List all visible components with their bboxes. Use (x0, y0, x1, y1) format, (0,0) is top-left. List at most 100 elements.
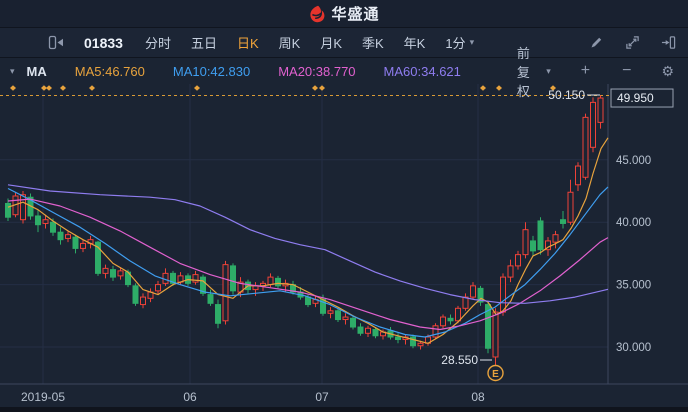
current-price-label: 49.950 (617, 91, 654, 105)
candle-down (208, 295, 213, 304)
candle-up (118, 271, 123, 276)
candle-down (6, 203, 11, 217)
fullscreen-expand-icon[interactable] (624, 35, 640, 51)
tab-weekly-k[interactable]: 周K (279, 33, 301, 52)
candle-down (396, 337, 401, 339)
tab-minute-line[interactable]: 分时 (145, 33, 171, 52)
zoom-in-button[interactable]: + (579, 63, 592, 79)
candle-down (531, 241, 536, 251)
candle-down (58, 232, 63, 239)
candle-up (553, 235, 558, 242)
candle-up (568, 192, 573, 222)
ma-line-ma5 (8, 138, 608, 343)
draw-pencil-icon[interactable] (588, 35, 604, 51)
date-axis-label: 07 (315, 390, 329, 404)
candle-down (411, 337, 416, 346)
date-axis-label: 06 (183, 390, 197, 404)
candle-up (328, 311, 333, 313)
chart-area: 50.150 28.550 E 45.000 40.000 35.000 30.000 49.… (0, 84, 688, 412)
tab-monthly-k[interactable]: 月K (320, 33, 342, 52)
event-marker-diamond (496, 85, 502, 91)
candle-down (133, 286, 138, 303)
app-title: 华盛通 (331, 3, 379, 24)
price-axis-label: 30.000 (616, 342, 651, 354)
top-bar: 华盛通 (0, 0, 688, 28)
candle-up (43, 220, 48, 224)
event-marker-diamond (312, 85, 318, 91)
candle-up (141, 297, 146, 304)
date-axis-label: 2019-05 (21, 390, 65, 404)
price-axis-label: 45.000 (616, 155, 651, 167)
dock-right-icon[interactable] (660, 35, 676, 51)
candle-up (103, 268, 108, 273)
candle-up (501, 277, 506, 312)
candle-down (373, 330, 378, 336)
candle-up (366, 328, 371, 333)
candle-down (231, 266, 236, 291)
indicator-collapse-icon[interactable]: ▾ (10, 67, 15, 76)
candlestick-chart[interactable]: 50.150 28.550 E 45.000 40.000 35.000 30.000 49.… (0, 84, 688, 407)
candle-down (336, 311, 341, 320)
tab-yearly-k[interactable]: 年K (404, 33, 426, 52)
candle-down (538, 221, 543, 250)
toolbar: 01833 分时 五日 日K 周K 月K 季K 年K 1分 ▾ (0, 28, 688, 58)
candle-up (508, 266, 513, 277)
indicator-name[interactable]: MA (27, 64, 47, 79)
candle-up (418, 343, 423, 345)
zoom-out-button[interactable]: − (620, 63, 633, 79)
chevron-down-icon: ▾ (470, 38, 475, 47)
candle-down (73, 237, 78, 248)
earnings-badge-letter: E (492, 369, 499, 380)
candle-down (36, 216, 41, 225)
event-marker-diamond (60, 85, 66, 91)
settings-gear-icon[interactable]: ⚙ (661, 63, 674, 80)
candle-up (493, 312, 498, 357)
event-marker-diamond (319, 85, 325, 91)
event-marker-diamond (89, 85, 95, 91)
chevron-down-icon: ▾ (546, 67, 551, 76)
event-marker-diamond (194, 85, 200, 91)
tab-daily-k[interactable]: 日K (237, 33, 259, 52)
candle-down (276, 278, 281, 285)
candle-up (471, 286, 476, 297)
candle-up (523, 230, 528, 255)
tab-five-day[interactable]: 五日 (191, 33, 217, 52)
indicator-bar: ▾ MA MA5:46.760 MA10:42.830 MA20:38.770 … (0, 58, 688, 84)
candle-up (598, 98, 603, 122)
app-window: 华盛通 01833 分时 五日 日K 周K 月K 季K 年K 1分 ▾ (0, 0, 688, 407)
event-marker-diamond (480, 85, 486, 91)
ma20-readout: MA20:38.770 (278, 64, 355, 79)
candle-up (576, 166, 581, 185)
candle-down (448, 318, 453, 320)
candle-up (223, 265, 228, 321)
candle-down (358, 327, 363, 333)
brand-flame-icon (308, 5, 326, 23)
low-price-annotation: 28.550 (441, 353, 478, 367)
event-marker-diamond (46, 85, 52, 91)
candle-down (216, 305, 221, 324)
candle-up (583, 117, 588, 177)
stock-code: 01833 (84, 35, 123, 51)
minute-period-value: 1分 (445, 33, 465, 52)
tab-quarterly-k[interactable]: 季K (362, 33, 384, 52)
minute-period-dropdown[interactable]: 1分 ▾ (445, 33, 474, 52)
candle-down (561, 220, 566, 224)
candle-down (306, 297, 311, 304)
price-axis-label: 40.000 (616, 217, 651, 229)
date-axis-label: 08 (471, 390, 485, 404)
candle-down (111, 270, 116, 277)
ma10-readout: MA10:42.830 (173, 64, 250, 79)
candle-up (156, 285, 161, 291)
candle-up (21, 195, 26, 220)
candle-up (343, 317, 348, 319)
candle-up (441, 317, 446, 326)
price-axis-label: 35.000 (616, 280, 651, 292)
candle-down (51, 222, 56, 232)
candle-up (81, 243, 86, 248)
ma5-readout: MA5:46.760 (75, 64, 145, 79)
high-price-annotation: 50.150 (548, 88, 585, 102)
collapse-panel-icon[interactable] (48, 35, 64, 51)
event-marker-diamond (10, 85, 16, 91)
candle-up (591, 102, 596, 147)
candle-up (456, 308, 461, 320)
